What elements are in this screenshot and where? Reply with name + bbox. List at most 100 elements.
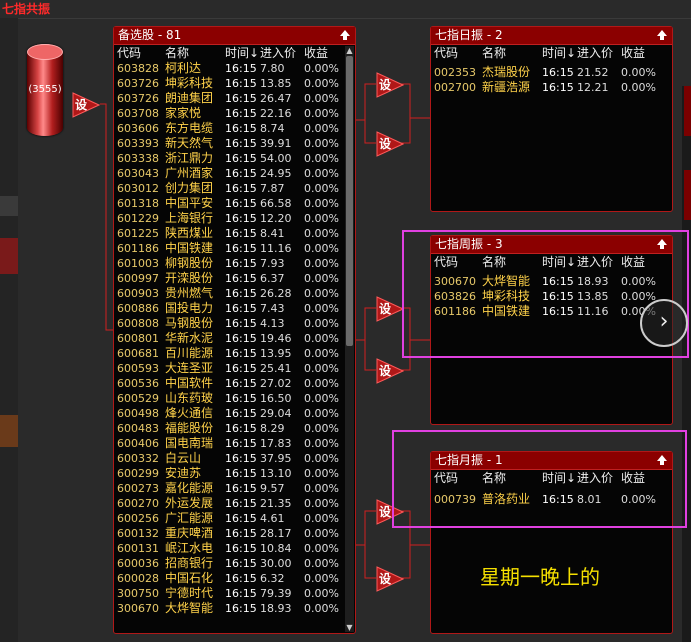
cell-name: 中国铁建 xyxy=(165,241,214,255)
cell-return: 0.00% xyxy=(304,182,339,195)
table-row[interactable]: 601003 柳钢股份 16:15 7.93 0.00% xyxy=(114,256,355,271)
table-row[interactable]: 601225 陕西煤业 16:15 8.41 0.00% xyxy=(114,226,355,241)
set-button[interactable]: 设 xyxy=(376,72,404,98)
cell-return: 0.00% xyxy=(304,377,339,390)
column-header-time[interactable]: 时间↓ xyxy=(542,45,576,61)
set-button[interactable]: 设 xyxy=(72,92,100,118)
collapse-up-icon[interactable] xyxy=(656,29,668,41)
table-row[interactable]: 601318 中国平安 16:15 66.58 0.00% xyxy=(114,196,355,211)
next-arrow-button[interactable]: › xyxy=(640,299,688,347)
cell-time: 16:15 xyxy=(225,107,257,120)
cell-name: 烽火通信 xyxy=(165,406,214,420)
cell-return: 0.00% xyxy=(304,527,339,540)
column-header-price[interactable]: 进入价 xyxy=(260,45,296,61)
table-row[interactable]: 600808 马钢股份 16:15 4.13 0.00% xyxy=(114,316,355,331)
table-row[interactable]: 603043 广州酒家 16:15 24.95 0.00% xyxy=(114,166,355,181)
scroll-up-arrow-icon[interactable]: ▲ xyxy=(345,46,354,55)
table-row[interactable]: 600681 百川能源 16:15 13.95 0.00% xyxy=(114,346,355,361)
table-row[interactable]: 600406 国电南瑞 16:15 17.83 0.00% xyxy=(114,436,355,451)
table-row[interactable]: 603338 浙江鼎力 16:15 54.00 0.00% xyxy=(114,151,355,166)
cell-price: 12.21 xyxy=(577,81,609,94)
scroll-thumb[interactable] xyxy=(346,56,353,346)
table-row[interactable]: 603726 朗迪集团 16:15 26.47 0.00% xyxy=(114,91,355,106)
cell-price: 29.04 xyxy=(260,407,292,420)
table-row[interactable]: 601186 中国铁建 16:15 11.16 0.00% xyxy=(114,241,355,256)
cell-name: 中国软件 xyxy=(165,376,214,390)
set-button[interactable]: 设 xyxy=(376,131,404,157)
cell-name: 安迪苏 xyxy=(165,466,202,480)
table-row[interactable]: 600132 重庆啤酒 16:15 28.17 0.00% xyxy=(114,526,355,541)
column-header-name[interactable]: 名称 xyxy=(165,45,189,61)
cell-time: 16:15 xyxy=(225,212,257,225)
column-header-return[interactable]: 收益 xyxy=(304,45,328,61)
table-row[interactable]: 300750 宁德时代 16:15 79.39 0.00% xyxy=(114,586,355,601)
column-header-return[interactable]: 收益 xyxy=(621,45,645,61)
cell-name: 马钢股份 xyxy=(165,316,214,330)
table-row[interactable]: 600483 福能股份 16:15 8.29 0.00% xyxy=(114,421,355,436)
cell-time: 16:15 xyxy=(225,332,257,345)
set-button[interactable]: 设 xyxy=(376,566,404,592)
cell-return: 0.00% xyxy=(304,257,339,270)
column-header-name[interactable]: 名称 xyxy=(482,45,506,61)
table-row[interactable]: 601229 上海银行 16:15 12.20 0.00% xyxy=(114,211,355,226)
cell-return: 0.00% xyxy=(304,107,339,120)
table-row[interactable]: 600536 中国软件 16:15 27.02 0.00% xyxy=(114,376,355,391)
table-row[interactable]: 603393 新天然气 16:15 39.91 0.00% xyxy=(114,136,355,151)
table-row[interactable]: 600273 嘉化能源 16:15 9.57 0.00% xyxy=(114,481,355,496)
table-row[interactable]: 603606 东方电缆 16:15 8.74 0.00% xyxy=(114,121,355,136)
cell-time: 16:15 xyxy=(225,437,257,450)
cell-return: 0.00% xyxy=(304,167,339,180)
cell-time: 16:15 xyxy=(225,257,257,270)
cell-code: 603708 xyxy=(117,107,159,120)
vertical-scrollbar[interactable]: ▲ ▼ xyxy=(345,46,354,632)
table-row[interactable]: 600256 广汇能源 16:15 4.61 0.00% xyxy=(114,511,355,526)
table-row[interactable]: 603708 家家悦 16:15 22.16 0.00% xyxy=(114,106,355,121)
cell-time: 16:15 xyxy=(225,227,257,240)
cell-price: 39.91 xyxy=(260,137,292,150)
table-row[interactable]: 300670 大烨智能 16:15 18.93 0.00% xyxy=(114,601,355,616)
table-row[interactable]: 600529 山东药玻 16:15 16.50 0.00% xyxy=(114,391,355,406)
column-header-time[interactable]: 时间↓ xyxy=(225,45,259,61)
column-headers: 代码 名称 时间↓ 进入价 收益 xyxy=(431,45,672,61)
cell-code: 601186 xyxy=(117,242,159,255)
table-row[interactable]: 600332 白云山 16:15 37.95 0.00% xyxy=(114,451,355,466)
cell-code: 600299 xyxy=(117,467,159,480)
watchlist-panel: 备选股 - 81 代码 名称 时间↓ 进入价 收益 603828 柯利达 16:15… xyxy=(113,26,356,634)
table-row[interactable]: 600997 开滦股份 16:15 6.37 0.00% xyxy=(114,271,355,286)
scroll-down-arrow-icon[interactable]: ▼ xyxy=(345,623,354,632)
table-row[interactable]: 600131 岷江水电 16:15 10.84 0.00% xyxy=(114,541,355,556)
set-button[interactable]: 设 xyxy=(376,296,404,322)
cell-return: 0.00% xyxy=(304,557,339,570)
cell-name: 中国平安 xyxy=(165,196,214,210)
table-row[interactable]: 600593 大连圣亚 16:15 25.41 0.00% xyxy=(114,361,355,376)
table-row[interactable]: 600036 招商银行 16:15 30.00 0.00% xyxy=(114,556,355,571)
cell-price: 13.85 xyxy=(260,77,292,90)
column-header-code[interactable]: 代码 xyxy=(434,45,458,61)
cell-code: 600483 xyxy=(117,422,159,435)
table-row[interactable]: 603726 坤彩科技 16:15 13.85 0.00% xyxy=(114,76,355,91)
stock-pool-count: (3555) xyxy=(28,84,62,95)
cell-name: 陕西煤业 xyxy=(165,226,214,240)
table-row[interactable]: 600903 贵州燃气 16:15 26.28 0.00% xyxy=(114,286,355,301)
table-row[interactable]: 600028 中国石化 16:15 6.32 0.00% xyxy=(114,571,355,586)
table-row[interactable]: 002700 新疆浩源 16:15 12.21 0.00% xyxy=(431,80,672,95)
table-row[interactable]: 600299 安迪苏 16:15 13.10 0.00% xyxy=(114,466,355,481)
table-row[interactable]: 600270 外运发展 16:15 21.35 0.00% xyxy=(114,496,355,511)
set-button[interactable]: 设 xyxy=(376,358,404,384)
daily-rows: 002353 杰瑞股份 16:15 21.52 0.00% 002700 新疆浩源 16:15… xyxy=(431,65,672,95)
cell-name: 大连圣亚 xyxy=(165,361,214,375)
table-row[interactable]: 603828 柯利达 16:15 7.80 0.00% xyxy=(114,61,355,76)
table-row[interactable]: 603012 创力集团 16:15 7.87 0.00% xyxy=(114,181,355,196)
collapse-up-icon[interactable] xyxy=(339,29,351,41)
cell-price: 16.50 xyxy=(260,392,292,405)
cell-time: 16:15 xyxy=(225,542,257,555)
table-row[interactable]: 002353 杰瑞股份 16:15 21.52 0.00% xyxy=(431,65,672,80)
table-row[interactable]: 600801 华新水泥 16:15 19.46 0.00% xyxy=(114,331,355,346)
cell-return: 0.00% xyxy=(304,587,339,600)
table-row[interactable]: 600886 国投电力 16:15 7.43 0.00% xyxy=(114,301,355,316)
cell-price: 22.16 xyxy=(260,107,292,120)
column-header-code[interactable]: 代码 xyxy=(117,45,141,61)
cell-time: 16:15 xyxy=(225,407,257,420)
table-row[interactable]: 600498 烽火通信 16:15 29.04 0.00% xyxy=(114,406,355,421)
column-header-price[interactable]: 进入价 xyxy=(577,45,613,61)
